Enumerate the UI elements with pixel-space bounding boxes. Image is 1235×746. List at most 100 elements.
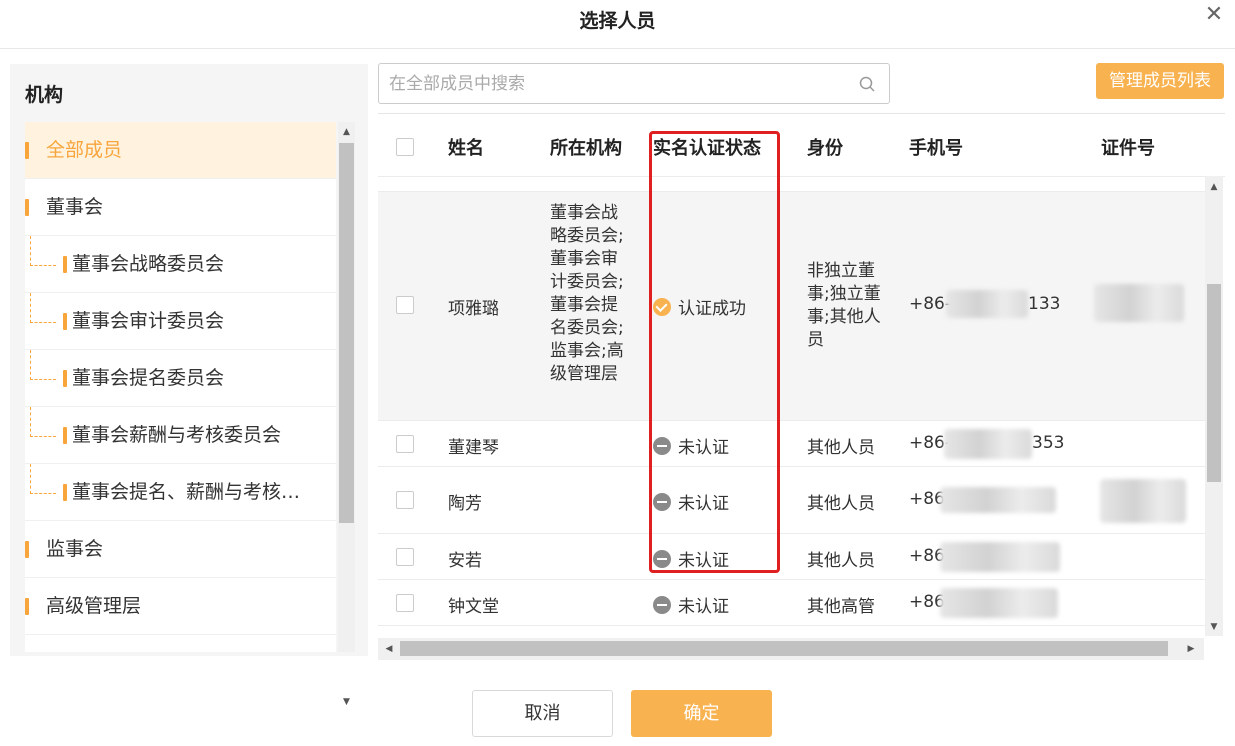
member-role: 其他人员 <box>807 551 875 571</box>
tree-connector <box>30 464 56 494</box>
sidebar-item-supervisory-board[interactable]: 监事会 <box>25 521 336 578</box>
auth-status-label: 未认证 <box>678 551 729 571</box>
table-row[interactable]: 董建琴 未认证 其他人员 +86- 353 <box>378 421 1208 467</box>
unverified-icon <box>653 549 671 568</box>
auth-status: 未认证 <box>653 592 729 617</box>
unverified-icon <box>653 436 671 455</box>
sidebar-item-audit-committee[interactable]: 董事会审计委员会 <box>25 293 336 350</box>
member-name: 安若 <box>448 551 482 571</box>
node-marker-icon <box>63 313 67 330</box>
member-role: 非独立董事;独立董事;其他人员 <box>807 261 881 350</box>
column-header-phone[interactable]: 手机号 <box>909 134 963 160</box>
scrollbar-thumb[interactable] <box>1207 284 1221 482</box>
column-header-role[interactable]: 身份 <box>807 134 843 160</box>
scroll-down-icon[interactable]: ▼ <box>338 694 355 711</box>
auth-status: 未认证 <box>653 489 729 514</box>
member-role: 其他人员 <box>807 438 875 458</box>
auth-status-label: 未认证 <box>678 494 729 514</box>
auth-status: 未认证 <box>653 433 729 458</box>
member-name: 钟文堂 <box>448 597 499 617</box>
column-header-org[interactable]: 所在机构 <box>550 134 622 160</box>
scroll-left-icon[interactable]: ◀ <box>380 640 398 658</box>
column-header-id-number[interactable]: 证件号 <box>1101 134 1155 160</box>
dialog-title: 选择人员 <box>579 10 656 32</box>
unverified-icon <box>653 595 671 614</box>
node-marker-icon <box>25 142 29 159</box>
sidebar-item-label: 董事会战略委员会 <box>72 253 225 275</box>
cancel-button[interactable]: 取消 <box>472 690 613 737</box>
auth-status-label: 未认证 <box>678 597 729 617</box>
table-row[interactable]: 项雅璐 董事会战略委员会;董事会审计委员会;董事会提名委员会;监事会;高级管理层… <box>378 192 1208 421</box>
row-checkbox[interactable] <box>396 296 414 314</box>
member-org: 董事会战略委员会;董事会审计委员会;董事会提名委员会;监事会;高级管理层 <box>550 203 624 384</box>
manage-members-button[interactable]: 管理成员列表 <box>1096 63 1224 99</box>
node-marker-icon <box>63 370 67 387</box>
table-horizontal-scrollbar[interactable]: ◀ ▶ <box>378 638 1204 660</box>
phone-redacted <box>940 542 1060 572</box>
member-name: 陶芳 <box>448 494 482 514</box>
sidebar-item-label: 董事会 <box>46 196 104 218</box>
sidebar-item-board[interactable]: 董事会 <box>25 179 336 236</box>
id-number-redacted <box>1094 284 1184 322</box>
row-checkbox[interactable] <box>396 435 414 453</box>
tree-connector <box>30 350 56 380</box>
tree-connector <box>30 407 56 437</box>
verified-icon <box>653 297 671 316</box>
scroll-up-icon[interactable]: ▲ <box>338 124 355 141</box>
sidebar-item-senior-management[interactable]: 高级管理层 <box>25 578 336 635</box>
member-search <box>378 63 890 104</box>
sidebar-item-label: 全部成员 <box>46 139 123 161</box>
search-input[interactable] <box>389 73 849 95</box>
org-tree: 全部成员 董事会 董事会战略委员会 董事会审计委员会 董事会提名委员会 董事会薪… <box>25 122 336 652</box>
id-number-redacted <box>1100 479 1186 523</box>
phone-suffix: 133 <box>1028 294 1061 314</box>
org-panel: 机构 全部成员 董事会 董事会战略委员会 董事会审计委员会 董事会提名委员会 董… <box>10 64 368 707</box>
sidebar-item-compensation-committee[interactable]: 董事会薪酬与考核委员会 <box>25 407 336 464</box>
org-tree-scrollbar[interactable]: ▲ ▼ <box>338 122 355 707</box>
scroll-right-icon[interactable]: ▶ <box>1182 640 1200 658</box>
close-icon[interactable]: ✕ <box>1203 4 1225 26</box>
member-role: 其他高管 <box>807 597 875 617</box>
select-all-checkbox[interactable] <box>396 138 414 156</box>
row-checkbox[interactable] <box>396 491 414 509</box>
row-checkbox[interactable] <box>396 594 414 612</box>
sidebar-item-strategy-committee[interactable]: 董事会战略委员会 <box>25 236 336 293</box>
scroll-down-icon[interactable]: ▼ <box>1205 618 1223 636</box>
search-icon[interactable] <box>859 76 875 92</box>
sidebar-item-label: 董事会提名委员会 <box>72 367 225 389</box>
table-header: 姓名 所在机构 实名认证状态 身份 手机号 证件号 <box>378 114 1225 177</box>
node-marker-icon <box>25 598 29 615</box>
table-row[interactable]: 陶芳 未认证 其他人员 +86 <box>378 467 1208 534</box>
table-row[interactable]: 钟文堂 未认证 其他高管 +86 <box>378 580 1208 626</box>
sidebar-item-label: 董事会审计委员会 <box>72 310 225 332</box>
scroll-up-icon[interactable]: ▲ <box>1205 178 1223 196</box>
tree-connector <box>30 293 56 323</box>
org-panel-title: 机构 <box>25 84 64 106</box>
column-header-name[interactable]: 姓名 <box>448 134 484 160</box>
sidebar-item-label: 董事会提名、薪酬与考核… <box>72 481 301 503</box>
sidebar-item-label: 高级管理层 <box>46 595 142 617</box>
header-divider <box>0 48 1235 49</box>
auth-status-label: 未认证 <box>678 438 729 458</box>
phone-redacted <box>946 290 1028 318</box>
scrollbar-thumb[interactable] <box>400 641 1168 656</box>
row-checkbox[interactable] <box>396 548 414 566</box>
phone-suffix: 353 <box>1032 433 1065 453</box>
tree-connector <box>30 236 56 266</box>
member-name: 董建琴 <box>448 438 499 458</box>
confirm-button[interactable]: 确定 <box>631 690 772 737</box>
sidebar-item-nomination-committee[interactable]: 董事会提名委员会 <box>25 350 336 407</box>
scrollbar-thumb[interactable] <box>339 143 354 523</box>
table-row[interactable]: 安若 未认证 其他人员 +86 <box>378 534 1208 580</box>
member-name: 项雅璐 <box>448 299 499 319</box>
auth-status: 未认证 <box>653 546 729 571</box>
phone-prefix: +86- <box>909 294 952 314</box>
member-table: 项雅璐 董事会战略委员会;董事会审计委员会;董事会提名委员会;监事会;高级管理层… <box>378 113 1225 660</box>
table-vertical-scrollbar[interactable]: ▲ ▼ <box>1205 176 1223 636</box>
column-header-auth-status[interactable]: 实名认证状态 <box>653 134 761 160</box>
sidebar-item-nomination-compensation-committee[interactable]: 董事会提名、薪酬与考核… <box>25 464 336 521</box>
phone-redacted <box>940 588 1058 618</box>
sidebar-item-all-members[interactable]: 全部成员 <box>25 122 336 179</box>
node-marker-icon <box>63 256 67 273</box>
auth-status-label: 认证成功 <box>678 299 746 319</box>
